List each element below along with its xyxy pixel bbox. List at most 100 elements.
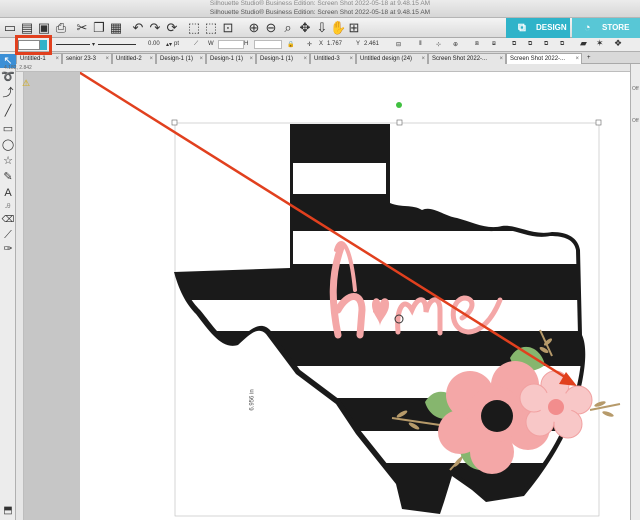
tab-document[interactable]: Design-1 (1) × [206, 53, 256, 64]
save-icon[interactable]: ▣ [36, 20, 52, 36]
polygon-tool-icon[interactable]: ☆ [0, 154, 16, 168]
text-tool-icon[interactable]: A [0, 186, 16, 200]
ellipse-tool-icon[interactable]: ◯ [0, 138, 16, 152]
align-left-icon[interactable]: ⊟ [396, 41, 401, 48]
close-icon[interactable]: × [105, 54, 109, 64]
group-icon[interactable]: ⧈ [475, 41, 479, 48]
eyedropper-tool-icon[interactable]: ✑ [0, 242, 16, 256]
tab-document[interactable]: Untitled-2 × [112, 53, 156, 64]
zoom-in-icon[interactable]: ⊕ [246, 20, 262, 36]
intersect-icon[interactable]: ⧉ [544, 41, 548, 48]
ruler-vertical [16, 72, 24, 520]
tab-design[interactable]: ⧉ DESIGN [506, 18, 570, 38]
canvas-margin [24, 72, 80, 520]
design-canvas[interactable]: 6.956 in [80, 72, 630, 520]
resize-handle[interactable] [171, 119, 178, 126]
line-tool-icon[interactable]: ╱ [0, 104, 16, 118]
redo-icon[interactable]: ↷ [147, 20, 163, 36]
hand-icon[interactable]: ✋ [330, 20, 346, 36]
close-icon[interactable]: × [349, 54, 353, 64]
height-input[interactable] [254, 40, 282, 49]
grid-icon[interactable]: ⊞ [346, 20, 362, 36]
fit-page-icon[interactable]: ⇩ [314, 20, 330, 36]
panel-label: Off [632, 118, 639, 124]
tab-document-active[interactable]: Screen Shot 2022-... × [506, 53, 582, 64]
deselect-icon[interactable]: ⬚ [203, 20, 219, 36]
tab-document[interactable]: Design-1 (1) × [256, 53, 310, 64]
close-icon[interactable]: × [499, 54, 503, 64]
lasso-tool-icon[interactable]: ➰ [0, 70, 16, 84]
tab-document[interactable]: Untitled-3 × [310, 53, 356, 64]
copy-icon[interactable]: ❐ [91, 20, 107, 36]
pencil-tool-icon[interactable]: ✎ [0, 170, 16, 184]
distribute-icon[interactable]: ⦀ [419, 41, 422, 48]
left-toolbar: ↖ ➰ ⤴ ╱ ▭ ◯ ☆ ✎ A Ꭿ ⌫ ⟋ ✑ ⬒ [0, 52, 16, 520]
document-tabs: Untitled-1 × senior 23-3 × Untitled-2 × Des… [16, 52, 640, 64]
pan-icon[interactable]: ✥ [297, 20, 313, 36]
select-all-icon[interactable]: ⬚ [186, 20, 202, 36]
width-input[interactable] [218, 40, 244, 49]
tab-document-label: Untitled-3 [314, 56, 340, 62]
paste-icon[interactable]: ▦ [108, 20, 124, 36]
close-icon[interactable]: × [249, 54, 253, 64]
lock-aspect-icon[interactable]: 🔒 [287, 41, 294, 48]
tab-document-label: Screen Shot 2022-... [432, 56, 488, 62]
align-center-icon[interactable]: ⊹ [436, 41, 441, 48]
close-icon[interactable]: × [421, 54, 425, 64]
y-input[interactable]: 2.461 [364, 41, 379, 47]
warning-icon[interactable]: ⚠ [22, 78, 30, 89]
star-shape-icon[interactable]: ✶ [596, 38, 604, 49]
window-title-faded: Silhouette Studio® Business Edition: Scr… [209, 0, 431, 7]
center-icon[interactable]: ⊕ [453, 41, 458, 48]
stroke-width-stepper[interactable]: ▴▾ [166, 41, 172, 48]
subtract-icon[interactable]: ⧉ [528, 41, 532, 48]
fill-icon[interactable]: ▰ [580, 38, 587, 49]
chevron-down-icon[interactable]: ▾ [92, 41, 95, 48]
tab-document-label: Design-1 (1) [210, 56, 244, 62]
resize-handle[interactable] [595, 119, 602, 126]
rectangle-tool-icon[interactable]: ▭ [0, 122, 16, 136]
close-icon[interactable]: × [55, 54, 59, 64]
add-tab-icon[interactable]: + [584, 53, 594, 64]
cursor-readout: 4.182, 2.842 [4, 65, 32, 71]
eraser-tool-icon[interactable]: ⌫ [0, 212, 16, 226]
open-folder-icon[interactable]: ▤ [19, 20, 35, 36]
flower-center [481, 400, 513, 432]
weld-icon[interactable]: ⧉ [512, 41, 516, 48]
tab-document-label: Design-1 (1) [260, 56, 294, 62]
flower-center [548, 399, 564, 415]
knife-tool-icon[interactable]: ⟋ [0, 228, 16, 242]
x-input[interactable]: 1.767 [327, 41, 342, 47]
tab-store[interactable]: ◔ STORE [572, 18, 640, 38]
library-icon[interactable]: ⬒ [0, 504, 16, 518]
rotate-handle[interactable] [396, 102, 402, 108]
redraw-icon[interactable]: ⟳ [164, 20, 180, 36]
point-edit-icon[interactable]: ⤴ [0, 86, 16, 100]
undo-icon[interactable]: ↶ [130, 20, 146, 36]
tab-document-label: Untitled-2 [116, 56, 142, 62]
tab-document[interactable]: Screen Shot 2022-... × [428, 53, 506, 64]
resize-handle[interactable] [396, 119, 403, 126]
tab-document[interactable]: senior 23-3 × [62, 53, 112, 64]
tab-document[interactable]: Design-1 (1) × [156, 53, 206, 64]
close-icon[interactable]: × [303, 54, 307, 64]
print-icon[interactable]: ⎙ [53, 20, 69, 36]
crop-icon[interactable]: ⧉ [560, 41, 564, 48]
line-tool-icon[interactable]: ⟋ [194, 41, 198, 48]
store-icon: ◔ [584, 22, 591, 34]
tab-document[interactable]: Untitled design (24) × [356, 53, 428, 64]
layers-icon[interactable]: ❖ [614, 38, 622, 49]
ungroup-icon[interactable]: ⧇ [492, 41, 496, 48]
new-document-icon[interactable]: ▭ [2, 20, 18, 36]
stroke-width-input[interactable]: 0.00 [148, 41, 160, 47]
close-icon[interactable]: × [575, 54, 579, 64]
position-crosshair-icon: ✛ [307, 42, 313, 48]
edit-points-icon[interactable]: ⊡ [220, 20, 236, 36]
close-icon[interactable]: × [199, 54, 203, 64]
close-icon[interactable]: × [149, 54, 153, 64]
zoom-box-icon[interactable]: ⌕ [280, 20, 296, 36]
cut-icon[interactable]: ✂ [74, 20, 90, 36]
annotation-highlight-box [15, 35, 52, 55]
properties-toolbar: ▾ 0.00 ▴▾ pt ⟋ W H 🔒 ✛ X 1.767 Y 2.461 ⊟… [0, 38, 640, 52]
zoom-out-icon[interactable]: ⊖ [263, 20, 279, 36]
